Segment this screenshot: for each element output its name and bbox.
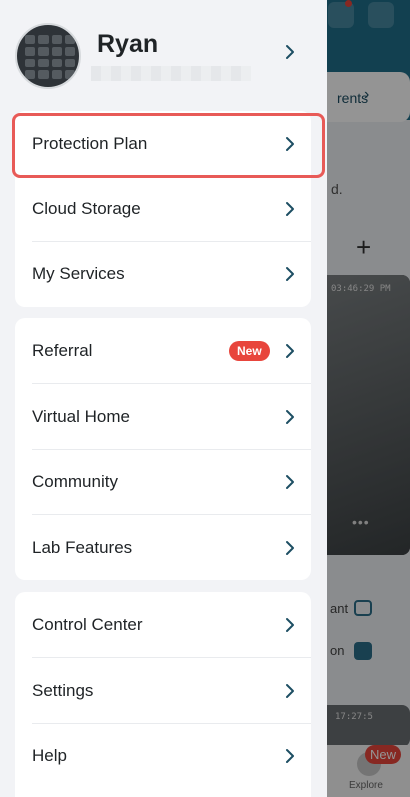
menu-item-cloud-storage[interactable]: Cloud Storage (15, 176, 311, 241)
menu-item-label: Community (32, 472, 118, 491)
keyboard-avatar-image (25, 35, 75, 79)
chevron-right-icon (283, 473, 297, 491)
menu-item-label: Referral (32, 341, 93, 360)
profile-header[interactable]: Ryan (0, 0, 327, 105)
chevron-right-icon (283, 539, 297, 557)
chevron-right-icon (283, 200, 297, 218)
menu-item-community[interactable]: Community (15, 449, 311, 514)
menu-item-virtual-home[interactable]: Virtual Home (15, 384, 311, 449)
menu-item-label: Cloud Storage (32, 199, 141, 218)
menu-item-label: Virtual Home (32, 407, 130, 426)
user-account-redacted (91, 66, 251, 81)
menu-item-settings[interactable]: Settings (15, 658, 311, 723)
chevron-right-icon (283, 747, 297, 765)
menu-item-label: Help (32, 746, 67, 765)
chevron-right-icon (283, 265, 297, 283)
menu-card-settings: Control Center Settings Help (15, 592, 311, 797)
chevron-right-icon (283, 342, 297, 360)
menu-item-label: Control Center (32, 615, 143, 634)
avatar (15, 23, 81, 89)
chevron-right-icon (283, 616, 297, 634)
menu-item-label: My Services (32, 264, 125, 283)
menu-item-label: Lab Features (32, 538, 133, 557)
menu-item-label: Settings (32, 681, 94, 700)
highlight-box (12, 113, 325, 178)
menu-card-community: Referral New Virtual Home Community Lab … (15, 318, 311, 580)
user-name: Ryan (97, 30, 159, 58)
menu-item-lab-features[interactable]: Lab Features (15, 515, 311, 580)
side-drawer: Ryan Protection Plan Cloud Storage My Se… (0, 0, 327, 797)
chevron-right-icon (283, 43, 297, 61)
menu-item-help[interactable]: Help (15, 723, 311, 788)
chevron-right-icon (283, 682, 297, 700)
menu-item-my-services[interactable]: My Services (15, 241, 311, 306)
menu-item-referral[interactable]: Referral New (15, 318, 311, 383)
new-badge: New (229, 341, 270, 361)
chevron-right-icon (283, 408, 297, 426)
menu-item-control-center[interactable]: Control Center (15, 592, 311, 657)
